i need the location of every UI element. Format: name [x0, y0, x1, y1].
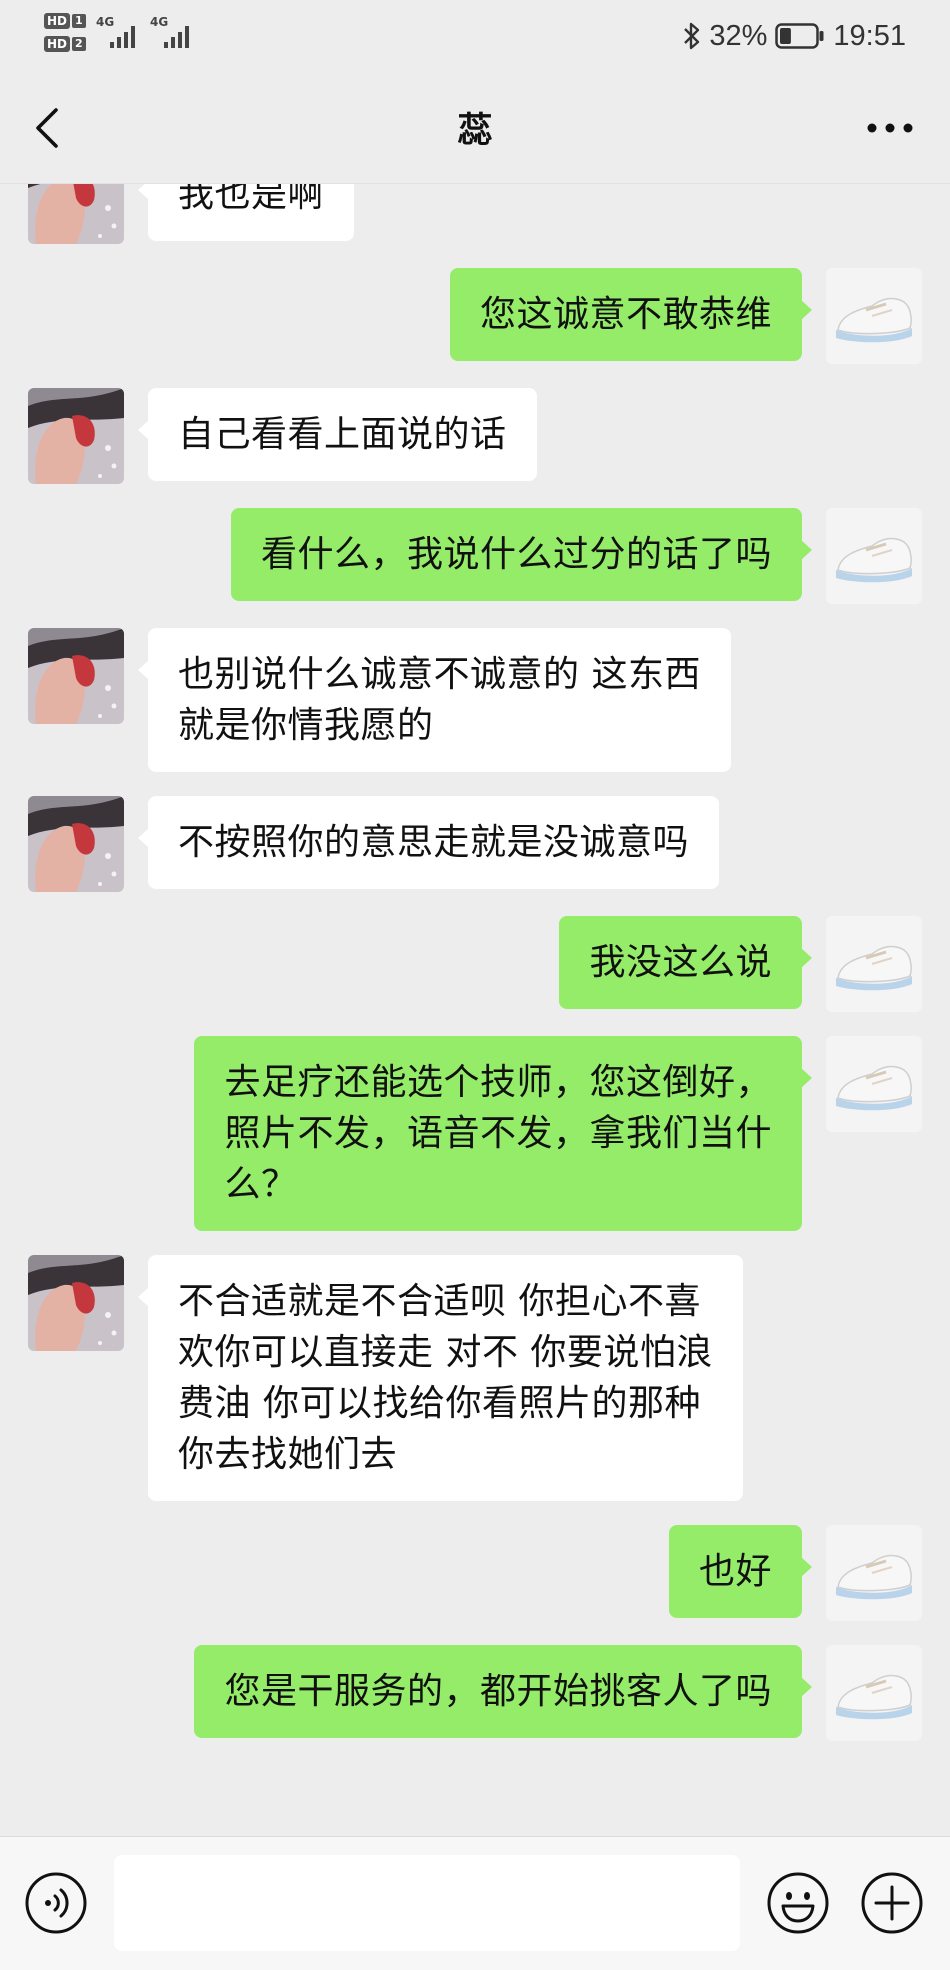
- message-row-received: 自己看看上面说的话: [0, 388, 950, 484]
- self-avatar[interactable]: [826, 508, 922, 604]
- contact-avatar[interactable]: [28, 796, 124, 892]
- sim-indicators: HD 1 HD 2: [44, 10, 86, 56]
- message-bubble[interactable]: 我没这么说: [559, 916, 812, 1009]
- status-right-group: 32% 19:51: [683, 16, 906, 56]
- status-bar: HD 1 HD 2 4G 4G 32% 19:51: [0, 0, 950, 72]
- emoji-icon[interactable]: [766, 1871, 830, 1935]
- message-list[interactable]: 我也是啊您这诚意不敢恭维自己看看上面说的话看什么，我说什么过分的话了吗也别说什么…: [0, 184, 950, 1836]
- contact-avatar[interactable]: [28, 388, 124, 484]
- plus-icon[interactable]: [860, 1871, 924, 1935]
- self-avatar[interactable]: [826, 1525, 922, 1621]
- contact-avatar[interactable]: [28, 628, 124, 724]
- message-bubble[interactable]: 也好: [668, 1525, 813, 1618]
- contact-avatar[interactable]: [28, 184, 124, 244]
- message-bubble[interactable]: 不合适就是不合适呗 你担心不喜 欢你可以直接走 对不 你要说怕浪 费油 你可以找…: [138, 1255, 743, 1501]
- battery-percent: 32%: [709, 19, 768, 52]
- message-row-received: 不合适就是不合适呗 你担心不喜 欢你可以直接走 对不 你要说怕浪 费油 你可以找…: [0, 1255, 950, 1501]
- message-row-received: 我也是啊: [0, 184, 950, 244]
- message-bubble[interactable]: 不按照你的意思走就是没诚意吗: [137, 796, 720, 889]
- message-input[interactable]: [114, 1855, 740, 1951]
- contact-avatar[interactable]: [28, 1255, 124, 1351]
- battery-icon: [775, 23, 825, 49]
- hd-badge-sim2: HD 2: [44, 36, 86, 52]
- self-avatar[interactable]: [826, 1036, 922, 1132]
- chat-title: 蕊: [457, 111, 493, 151]
- message-row-sent: 去足疗还能选个技师，您这倒好， 照片不发，语音不发，拿我们当什 么？: [0, 1036, 950, 1231]
- self-avatar[interactable]: [826, 916, 922, 1012]
- message-row-received: 也别说什么诚意不诚意的 这东西 就是你情我愿的: [0, 628, 950, 772]
- message-bubble[interactable]: 去足疗还能选个技师，您这倒好， 照片不发，语音不发，拿我们当什 么？: [194, 1036, 812, 1231]
- more-dots-icon[interactable]: [866, 122, 914, 134]
- self-avatar[interactable]: [826, 268, 922, 364]
- message-row-sent: 您是干服务的，都开始挑客人了吗: [0, 1645, 950, 1741]
- message-row-received: 不按照你的意思走就是没诚意吗: [0, 796, 950, 892]
- hd-badge-sim1: HD 1: [44, 13, 86, 29]
- message-bubble[interactable]: 也别说什么诚意不诚意的 这东西 就是你情我愿的: [138, 628, 731, 772]
- message-bubble[interactable]: 自己看看上面说的话: [138, 388, 537, 481]
- clock: 19:51: [833, 19, 906, 52]
- message-row-sent: 看什么，我说什么过分的话了吗: [0, 508, 950, 604]
- input-bar: [0, 1836, 950, 1970]
- message-bubble[interactable]: 我也是啊: [137, 184, 355, 241]
- bluetooth-icon: [684, 22, 700, 50]
- chat-header: 蕊: [0, 72, 950, 184]
- message-bubble[interactable]: 您是干服务的，都开始挑客人了吗: [194, 1645, 812, 1738]
- message-bubble[interactable]: 您这诚意不敢恭维: [449, 268, 813, 361]
- voice-icon[interactable]: [24, 1871, 88, 1935]
- message-bubble[interactable]: 看什么，我说什么过分的话了吗: [230, 508, 813, 601]
- message-row-sent: 您这诚意不敢恭维: [0, 268, 950, 364]
- self-avatar[interactable]: [826, 1645, 922, 1741]
- message-row-sent: 也好: [0, 1525, 950, 1621]
- message-row-sent: 我没这么说: [0, 916, 950, 1012]
